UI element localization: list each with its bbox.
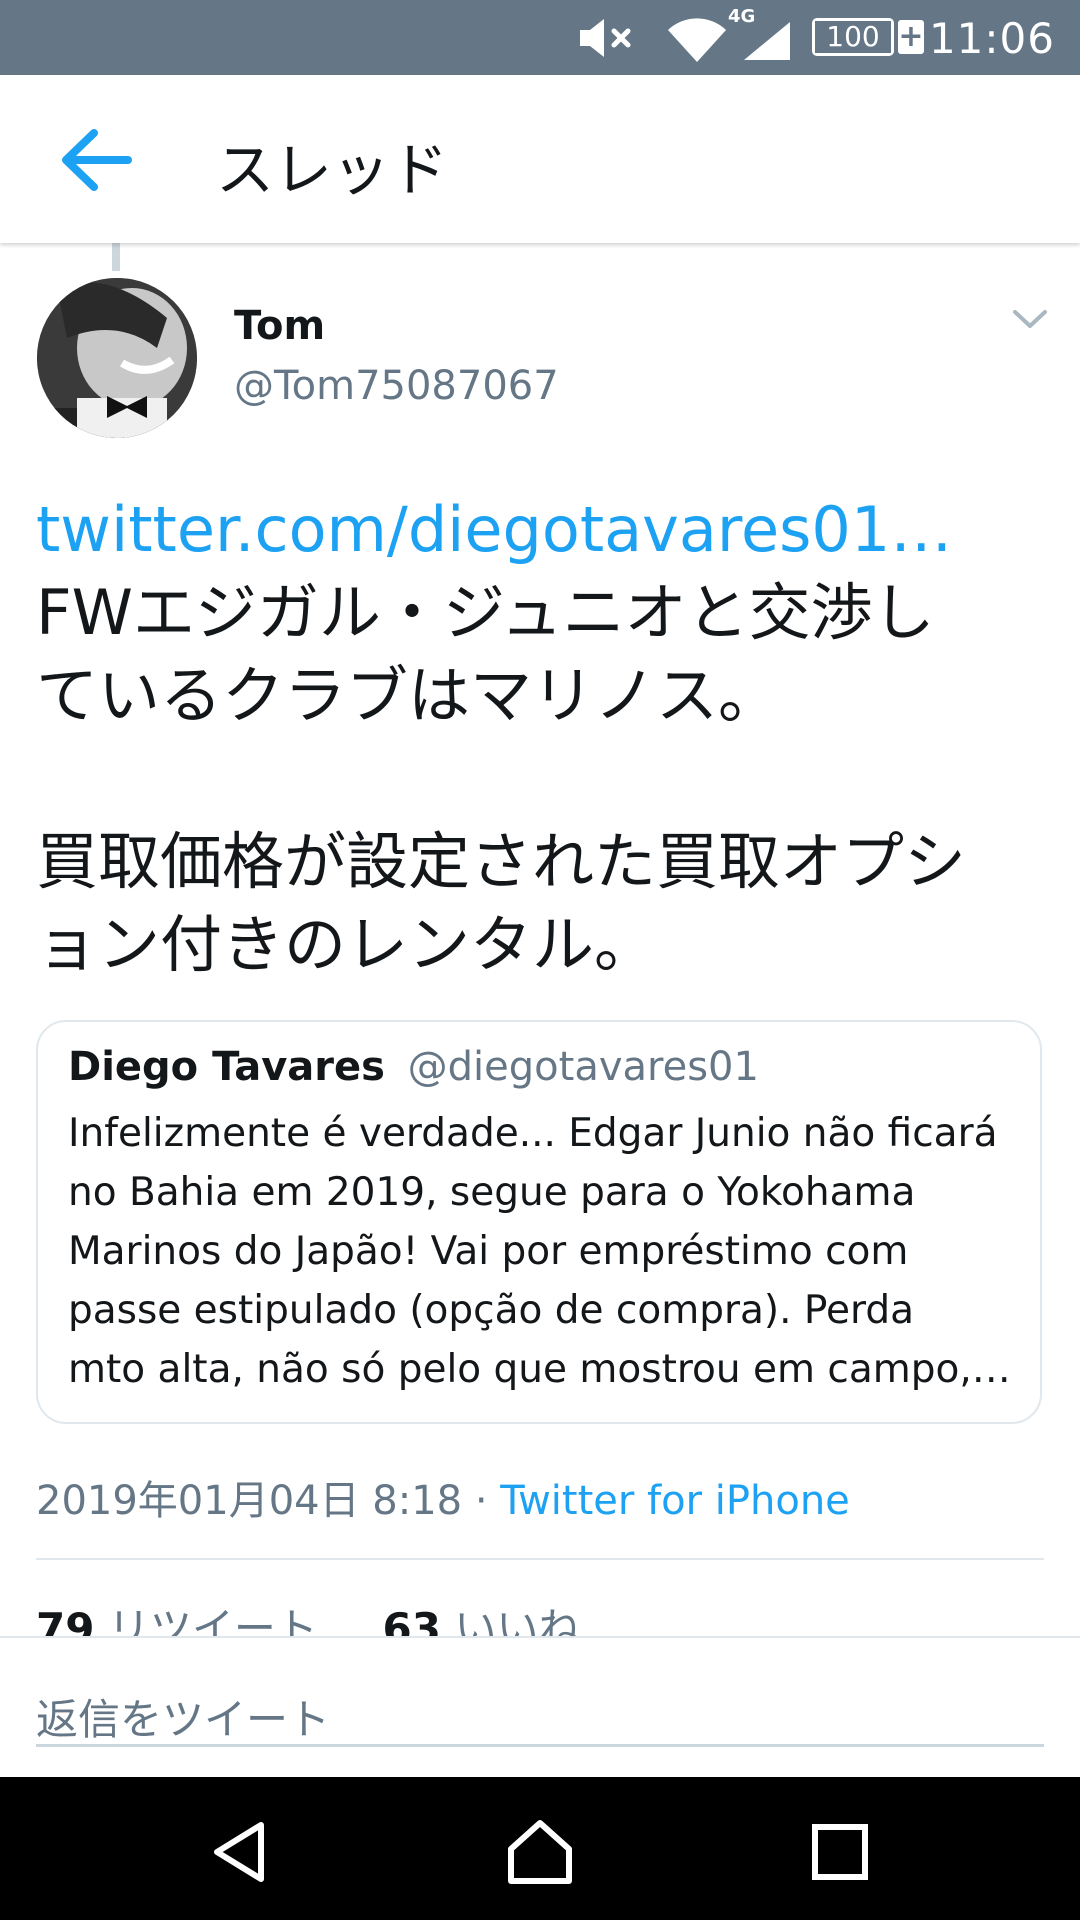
avatar-image — [37, 278, 197, 438]
nav-home-button[interactable] — [505, 1817, 575, 1887]
nav-back-button[interactable] — [205, 1817, 275, 1887]
thread-connector — [112, 243, 120, 271]
tweet-timestamp: 2019年01月04日 8:18 · — [36, 1478, 501, 1524]
mute-icon — [580, 19, 631, 57]
tweet-link[interactable]: twitter.com/diegotavares01… — [36, 488, 1046, 571]
battery-level: 100 — [815, 21, 891, 53]
signal-icon — [744, 22, 790, 60]
tweet-options-button[interactable] — [1005, 300, 1055, 340]
battery-icon: 100 — [812, 18, 894, 56]
avatar[interactable] — [37, 278, 197, 438]
status-bar: 4G 100 + 11:06 — [0, 0, 1080, 75]
chevron-down-icon — [1013, 310, 1047, 328]
quoted-author-name: Diego Tavares — [68, 1044, 385, 1090]
quoted-text-line: passe estipulado (opção de compra). Perd… — [68, 1288, 915, 1333]
tweet-text: twitter.com/diegotavares01… FWエジガル・ジュニオと… — [36, 488, 1046, 986]
wifi-icon — [668, 18, 726, 62]
tweet-source-link[interactable]: Twitter for iPhone — [500, 1478, 850, 1524]
quoted-text-line: mto alta, não só pelo que mostrou em cam… — [68, 1347, 1011, 1392]
quoted-author-handle: @diegotavares01 — [407, 1044, 759, 1090]
status-time: 11:06 — [928, 14, 1055, 63]
app-bar: スレッド — [0, 75, 1080, 243]
navigation-bar — [0, 1777, 1080, 1920]
divider — [36, 1558, 1044, 1560]
triangle-back-icon — [214, 1822, 264, 1882]
tweet-text-line: FWエジガル・ジュニオと交渉し — [36, 576, 935, 649]
arrow-left-icon — [62, 129, 132, 191]
tweet-text-blank — [36, 737, 1046, 820]
quoted-text-line: Marinos do Japão! Vai por empréstimo com — [68, 1229, 909, 1274]
quoted-text-line: no Bahia em 2019, segue para o Yokohama — [68, 1170, 916, 1215]
home-icon — [508, 1820, 572, 1884]
tweet-text-line: ョン付きのレンタル。 — [36, 908, 657, 981]
page-title: スレッド — [216, 136, 449, 204]
quoted-tweet-text: Infelizmente é verdade... Edgar Junio nã… — [68, 1104, 1018, 1399]
back-button[interactable] — [58, 125, 138, 195]
tweet-text-line: 買取価格が設定された買取オプシ — [36, 825, 967, 898]
tweet-meta: 2019年01月04日 8:18 · Twitter for iPhone — [36, 1468, 850, 1526]
reply-bar: 返信をツイート — [0, 1636, 1080, 1779]
author-handle[interactable]: @Tom75087067 — [234, 363, 559, 409]
quoted-text-line: Infelizmente é verdade... Edgar Junio nã… — [68, 1111, 998, 1156]
author-name[interactable]: Tom — [234, 303, 325, 349]
reply-input[interactable]: 返信をツイート — [36, 1686, 1044, 1747]
quoted-tweet-header: Diego Tavares @diegotavares01 — [68, 1044, 759, 1090]
battery-charge-icon: + — [898, 19, 924, 54]
tweet-text-line: ているクラブはマリノス。 — [36, 659, 781, 732]
quoted-tweet[interactable]: Diego Tavares @diegotavares01 Infelizmen… — [36, 1020, 1042, 1424]
square-recents-icon — [812, 1824, 868, 1880]
nav-recents-button[interactable] — [805, 1817, 875, 1887]
